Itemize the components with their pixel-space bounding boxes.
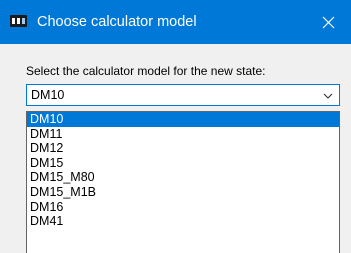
chevron-down-icon — [323, 93, 333, 99]
model-option[interactable]: DM15_M1B — [27, 185, 339, 200]
model-dropdown-list[interactable]: DM10 DM11 DM12 DM15 DM15_M80 DM15_M1B DM… — [26, 111, 340, 253]
window-title: Choose calculator model — [37, 14, 197, 30]
model-option[interactable]: DM41 — [27, 214, 339, 229]
title-bar[interactable]: Choose calculator model — [0, 0, 351, 44]
model-option[interactable]: DM15_M80 — [27, 170, 339, 185]
model-option-selected[interactable]: DM10 — [27, 112, 339, 127]
model-option[interactable]: DM16 — [27, 200, 339, 215]
close-icon — [322, 16, 334, 28]
choose-model-dialog: Choose calculator model Select the calcu… — [0, 0, 351, 253]
model-select-value: DM10 — [31, 88, 65, 102]
model-select[interactable]: DM10 — [26, 84, 340, 106]
prompt-label: Select the calculator model for the new … — [26, 64, 266, 78]
model-option[interactable]: DM11 — [27, 127, 339, 142]
app-icon — [10, 15, 27, 27]
model-option[interactable]: DM12 — [27, 141, 339, 156]
model-option[interactable]: DM15 — [27, 156, 339, 171]
close-button[interactable] — [305, 0, 351, 44]
